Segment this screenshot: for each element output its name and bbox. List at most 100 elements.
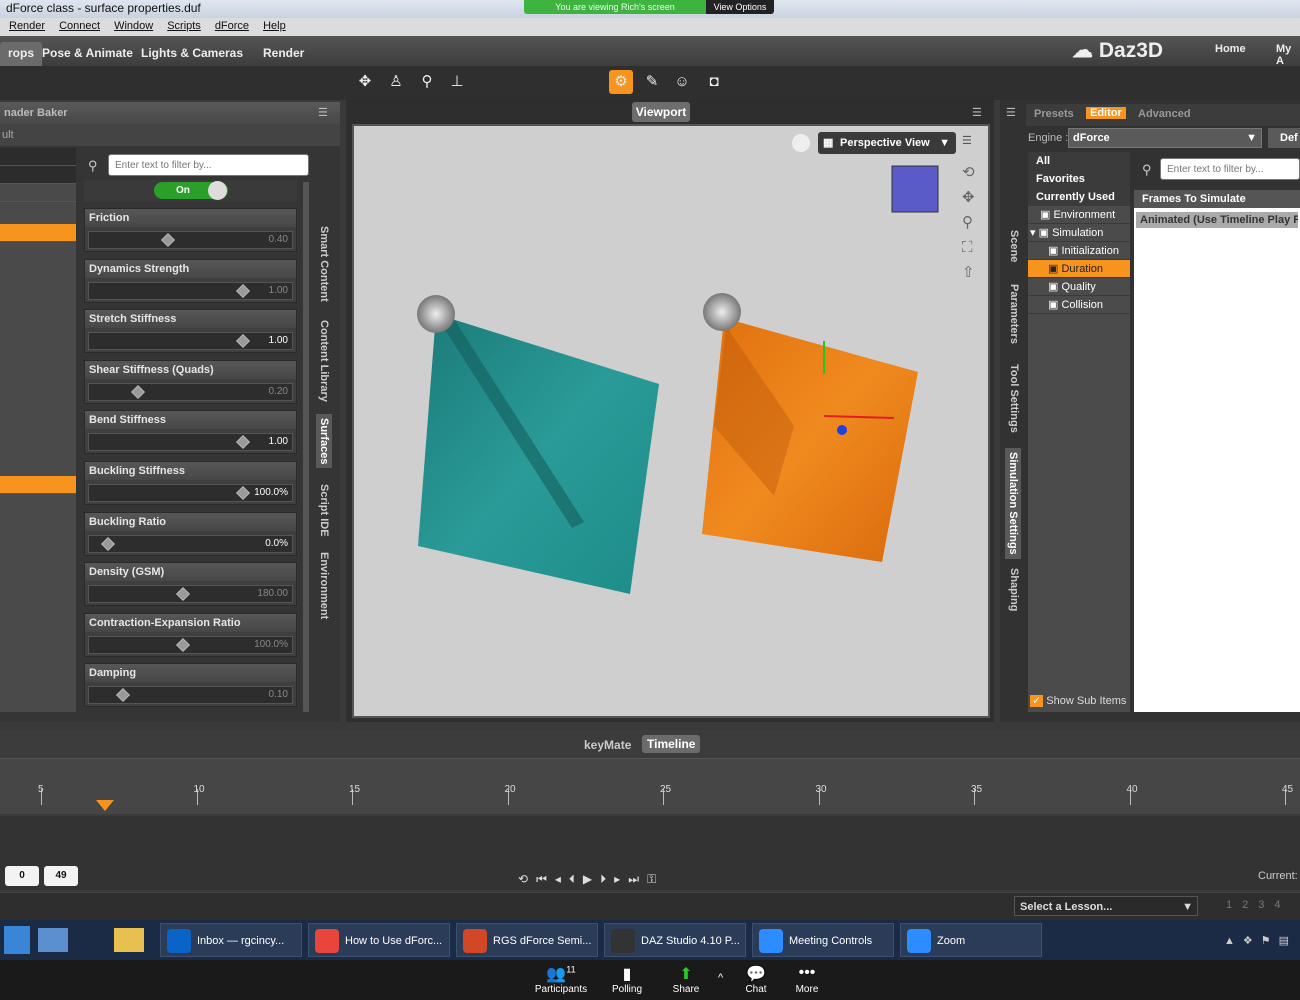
playhead-icon[interactable] [96,800,114,811]
list-item-selected[interactable] [0,224,76,242]
orbit-icon[interactable]: ⟲ [962,160,975,185]
slider-track[interactable]: 0.0% [88,534,293,553]
slider-knob[interactable] [115,688,130,703]
start-icon[interactable] [4,926,30,954]
start-frame-field[interactable]: 0 [5,866,39,886]
property-value[interactable]: 1.00 [269,285,288,296]
home-link[interactable]: Home [1215,43,1246,55]
checkbox-icon[interactable]: ✓ [1030,695,1044,707]
transform-tool-icon[interactable]: ✥ [353,70,377,94]
list-item-selected[interactable] [0,476,76,494]
property-value[interactable]: 100.0% [254,639,288,650]
slider-knob[interactable] [235,283,250,298]
tree-simulation[interactable]: ▾ ▣ Simulation [1028,224,1130,242]
show-sub-items[interactable]: ✓ Show Sub Items [1030,694,1126,707]
property-value[interactable]: 0.20 [269,386,288,397]
property-value[interactable]: 180.00 [257,588,288,599]
slider-knob[interactable] [175,587,190,602]
frames-to-simulate-select[interactable]: Animated (Use Timeline Play Ra [1136,212,1298,228]
vtab-surfaces[interactable]: Surfaces [316,414,332,469]
taskbar-app[interactable]: Inbox — rgcincy... [160,923,302,957]
vtab-smart-content[interactable]: Smart Content [318,226,330,302]
slider-knob[interactable] [175,637,190,652]
vtab-simulation-settings[interactable]: Simulation Settings [1005,448,1021,559]
property-value[interactable]: 0.40 [269,234,288,245]
zoom-icon[interactable]: ⚲ [962,210,975,235]
slider-track[interactable]: 0.20 [88,382,293,401]
slider-track[interactable]: 100.0% [88,484,293,502]
property-slider[interactable]: Friction 0.40 [84,208,297,252]
pane-menu-icon[interactable]: ☰ [318,106,328,119]
menu-help[interactable]: Help [263,20,286,34]
last-frame-icon[interactable]: ⏭ [628,872,647,886]
timeline-ruler[interactable]: 5 10 15 20 25 30 35 40 45 [0,758,1300,814]
taskbar-app[interactable]: How to Use dForc... [308,923,450,957]
tree-duration[interactable]: ▣ Duration [1028,260,1130,278]
tree-favorites[interactable]: Favorites [1028,170,1130,188]
slider-knob[interactable] [235,486,250,500]
viewport-menu-icon[interactable]: ☰ [972,106,982,119]
loop-icon[interactable]: ⟲ [518,872,536,886]
node-tool-icon[interactable]: ⊥ [445,70,469,94]
tree-collision[interactable]: ▣ Collision [1028,296,1130,314]
taskbar-app[interactable]: Meeting Controls [752,923,894,957]
scrollbar[interactable] [303,182,309,712]
slider-track[interactable]: 1.00 [88,281,293,300]
viewport-canvas[interactable] [352,124,990,718]
property-slider[interactable]: Shear Stiffness (Quads) 0.20 [84,359,297,404]
lesson-page[interactable]: 3 [1258,899,1274,911]
dropbox-icon[interactable]: ❖ [1243,935,1261,947]
property-value[interactable]: 0.10 [269,689,288,700]
joint-editor-icon[interactable]: ⚲ [415,70,439,94]
pan-icon[interactable]: ✥ [962,185,975,210]
defaults-button[interactable]: Def [1268,128,1300,148]
figure-tool-icon[interactable]: ☺ [670,70,694,94]
slider-knob[interactable] [100,536,115,551]
chevron-up-icon[interactable]: ▲ [1224,935,1243,947]
tree-quality[interactable]: ▣ Quality [1028,278,1130,296]
property-slider[interactable]: Buckling Stiffness 100.0% [84,461,297,505]
property-value[interactable]: 0.0% [265,538,288,549]
view-options-button[interactable]: View Options [706,0,774,14]
viewport-options-icon[interactable]: ☰ [962,134,972,147]
tab-editor[interactable]: Editor [1086,107,1126,119]
folder-icon[interactable] [114,928,144,952]
slider-track[interactable]: 100.0% [88,635,293,654]
surface-list[interactable] [0,148,76,712]
slider-knob[interactable] [235,334,250,349]
play-icon[interactable]: ▶ [583,872,600,886]
my-account-link[interactable]: My A [1276,43,1300,67]
vtab-parameters[interactable]: Parameters [1008,284,1020,344]
menu-connect[interactable]: Connect [59,20,100,34]
step-forward-icon[interactable]: ⏵ [600,872,614,886]
chevron-up-icon[interactable]: ^ [718,972,723,984]
vtab-content-library[interactable]: Content Library [318,320,330,402]
pane-menu-icon[interactable]: ☰ [1006,106,1016,119]
vtab-environment[interactable]: Environment [318,552,330,619]
slider-knob[interactable] [235,435,250,450]
sphere-nav-icon[interactable] [792,134,810,152]
taskbar-app[interactable]: DAZ Studio 4.10 P... [604,923,746,957]
property-slider[interactable]: Stretch Stiffness 1.00 [84,309,297,354]
tab-presets[interactable]: Presets [1034,108,1074,120]
tree-currently-used[interactable]: Currently Used [1028,188,1130,206]
pose-tool-icon[interactable]: ♙ [384,70,408,94]
tree-initialization[interactable]: ▣ Initialization [1028,242,1130,260]
add-key-icon[interactable]: ⚿ [647,872,664,886]
vtab-scene[interactable]: Scene [1008,230,1020,262]
view-cube[interactable] [891,165,939,213]
toggle-knob[interactable] [208,181,227,200]
prev-key-icon[interactable]: ◂ [555,872,569,886]
first-frame-icon[interactable]: ⏮ [536,872,555,886]
frame-icon[interactable]: ⛶ [962,235,975,260]
camera-icon[interactable]: ◘ [702,70,726,94]
desktop-icon[interactable] [38,928,68,952]
param-filter-input[interactable] [1160,158,1300,180]
participants-button[interactable]: 👥11 Participants [531,964,591,995]
list-item[interactable] [0,166,76,184]
property-value[interactable]: 1.00 [269,335,288,346]
lesson-page[interactable]: 2 [1242,899,1258,911]
polling-button[interactable]: ▮ Polling [597,964,657,995]
perspective-view-dropdown[interactable]: ▦ Perspective View ▼ [818,132,956,154]
vtab-shaping[interactable]: Shaping [1008,568,1020,611]
